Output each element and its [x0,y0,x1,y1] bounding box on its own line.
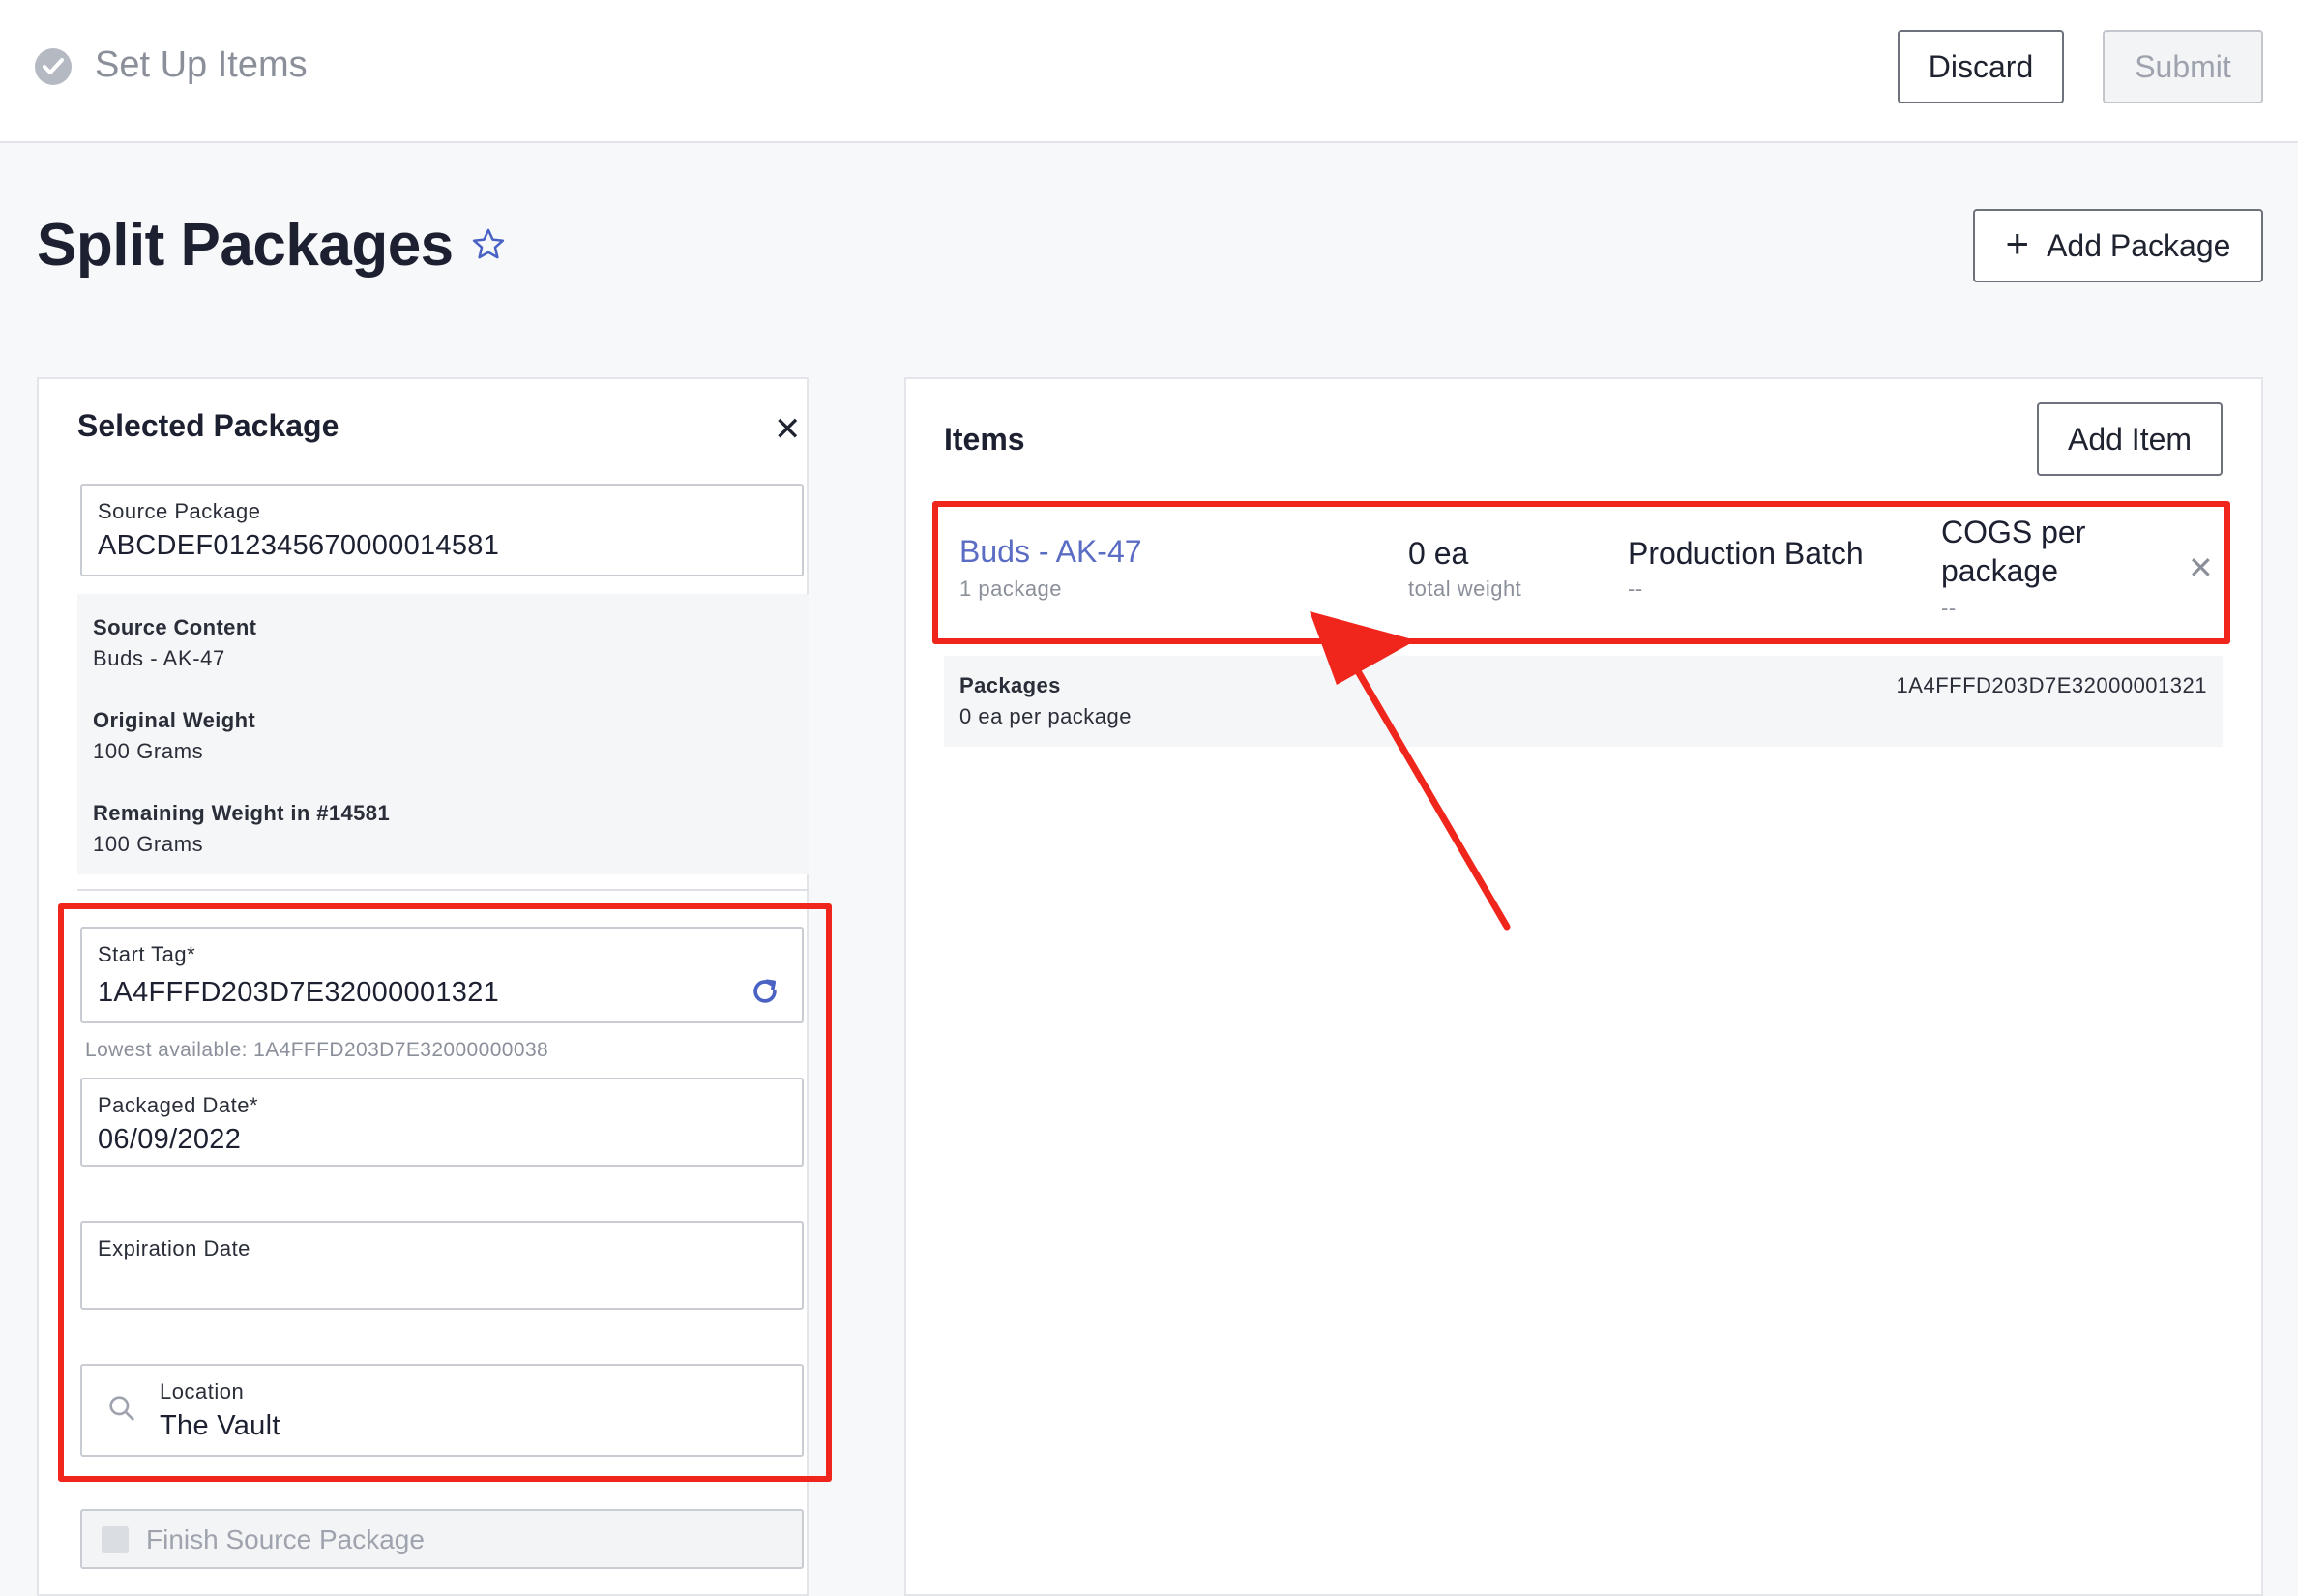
add-item-button[interactable]: Add Item [2037,402,2223,476]
source-content-value: Buds - AK-47 [93,646,225,670]
source-package-field[interactable]: Source Package ABCDEF012345670000014581 [80,484,804,576]
divider [77,889,809,891]
selected-package-heading: Selected Package [77,408,339,443]
packages-label: Packages [959,673,1061,697]
original-weight-value: 100 Grams [93,739,204,763]
check-circle-icon [35,48,72,85]
step-title: Set Up Items [95,44,308,85]
packages-row: Packages 0 ea per package 1A4FFFD203D7E3… [944,656,2223,747]
original-weight-label: Original Weight [93,708,256,732]
source-package-label: Source Package [98,499,261,523]
plus-icon: + [2005,221,2030,266]
source-package-value: ABCDEF012345670000014581 [98,530,500,561]
annotation-highlight-right [932,501,2230,644]
annotation-highlight-left [58,903,832,1482]
add-package-label: Add Package [2047,227,2231,263]
finish-source-package-label: Finish Source Package [146,1524,425,1554]
source-info: Source Content Buds - AK-47 Original Wei… [77,594,809,874]
star-icon[interactable] [470,226,507,263]
checkbox[interactable] [102,1526,129,1553]
packages-tag: 1A4FFFD203D7E32000001321 [1896,673,2207,697]
items-heading: Items [944,422,1025,457]
discard-button[interactable]: Discard [1898,30,2064,103]
top-bar: Set Up Items Discard Submit [0,0,2298,143]
remaining-weight-value: 100 Grams [93,832,204,856]
packages-per-package: 0 ea per package [959,704,1133,728]
close-icon[interactable]: ✕ [774,410,802,449]
page-title: Split Packages [37,212,454,279]
source-content-label: Source Content [93,615,257,639]
finish-source-package-checkbox[interactable]: Finish Source Package [80,1509,804,1569]
add-package-button[interactable]: + Add Package [1973,209,2263,282]
remaining-weight-label: Remaining Weight in #14581 [93,801,391,825]
submit-button[interactable]: Submit [2103,30,2263,103]
annotation-arrow [1310,611,1511,931]
